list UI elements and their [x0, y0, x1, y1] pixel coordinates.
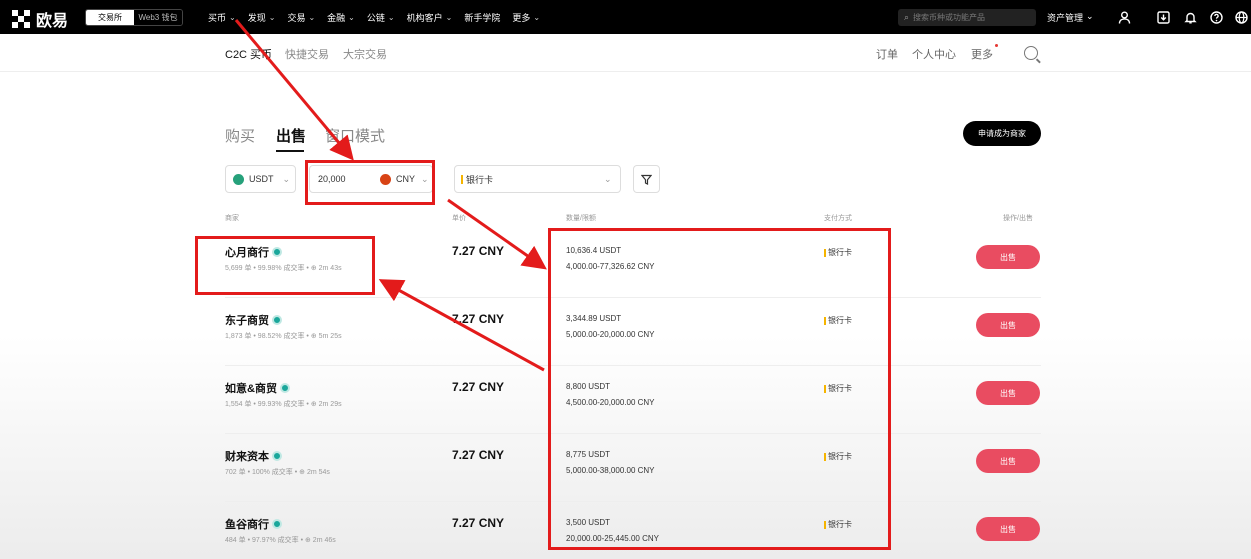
arrow-to-quantity [447, 198, 547, 270]
arrow-to-merchant [378, 279, 545, 372]
annotation-arrows [234, 19, 547, 372]
arrow-to-amount [234, 19, 354, 161]
